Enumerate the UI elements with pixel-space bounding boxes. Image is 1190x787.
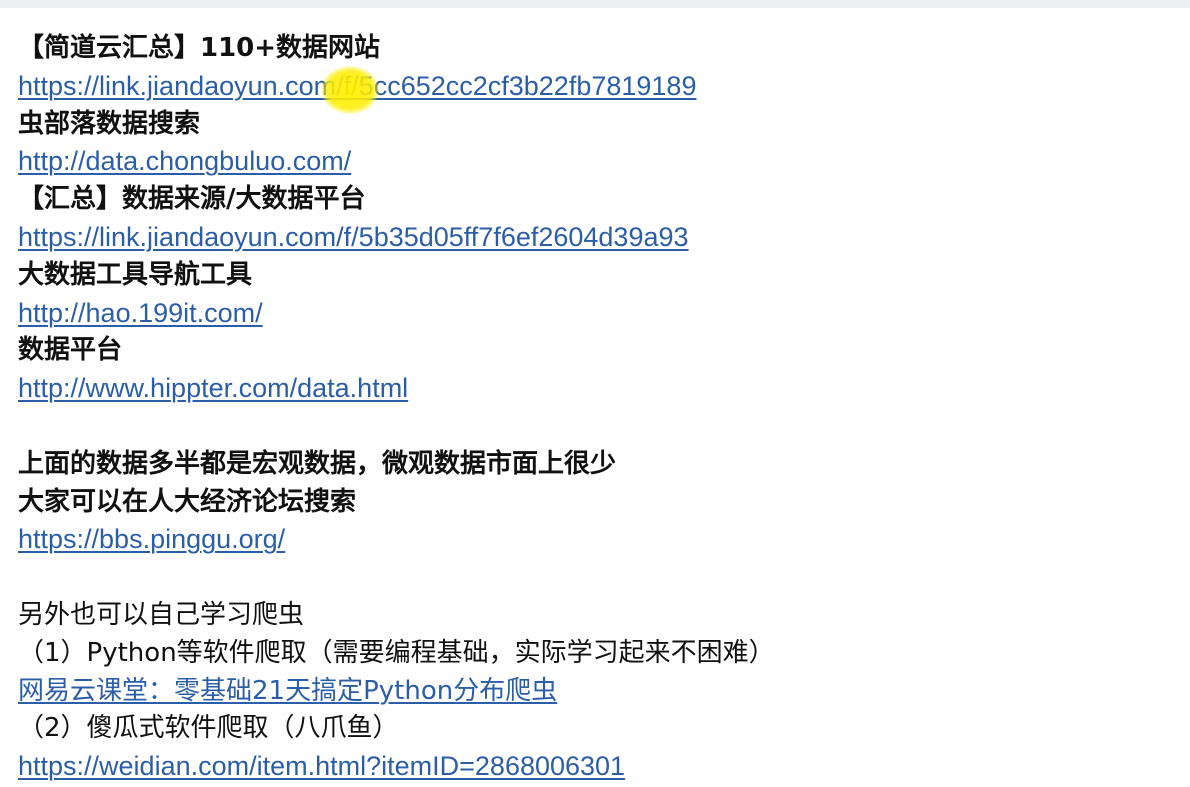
link-pinggu[interactable]: https://bbs.pinggu.org/ [18,524,285,554]
heading-data-sources: 【汇总】数据来源/大数据平台 [18,184,366,215]
text-learn-crawler: 另外也可以自己学习爬虫 [18,599,305,630]
link-data-sources[interactable]: https://link.jiandaoyun.com/f/5b35d05ff7… [18,222,689,252]
link-weidian[interactable]: https://weidian.com/item.html?itemID=286… [18,751,625,781]
heading-data-platform: 数据平台 [18,335,123,366]
heading-chongbuluo: 虫部落数据搜索 [18,108,201,139]
link-jiandaoyun-summary[interactable]: https://link.jiandaoyun.com/f/5cc652cc2c… [18,71,696,101]
top-toolbar-strip [0,0,1190,8]
link-199it[interactable]: http://hao.199it.com/ [18,298,263,328]
text-python-crawler: （1）Python等软件爬取（需要编程基础，实际学习起来不困难） [18,637,775,668]
text-octoparse: （2）傻瓜式软件爬取（八爪鱼） [18,713,399,744]
document-body: 【简道云汇总】110+数据网站 https://link.jiandaoyun.… [18,30,1178,786]
heading-pinggu-search: 大家可以在人大经济论坛搜索 [18,486,357,517]
heading-jiandaoyun-summary: 【简道云汇总】110+数据网站 [18,33,381,63]
link-chongbuluo[interactable]: http://data.chongbuluo.com/ [18,146,351,176]
heading-bigdata-nav: 大数据工具导航工具 [18,259,253,290]
link-hippter[interactable]: http://www.hippter.com/data.html [18,373,408,403]
link-netease-course[interactable]: 网易云课堂：零基础21天搞定Python分布爬虫 [18,676,557,706]
heading-macro-data-note: 上面的数据多半都是宏观数据，微观数据市面上很少 [18,448,617,479]
